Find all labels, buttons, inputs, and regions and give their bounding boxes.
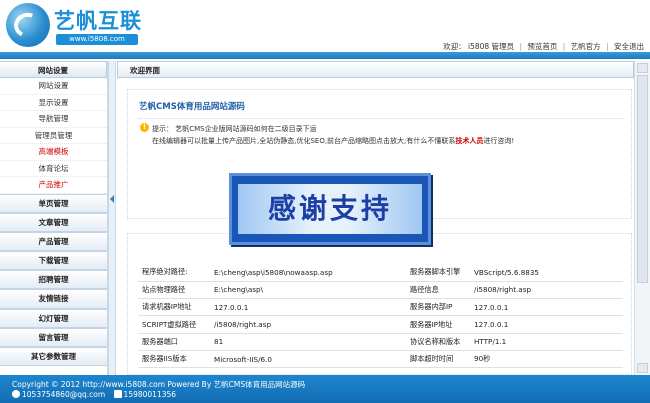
- info-value: /i5808/right.asp: [210, 315, 406, 334]
- sidebar-group-other-params[interactable]: 其它参数管理: [0, 347, 107, 367]
- scroll-thumb[interactable]: [637, 75, 648, 283]
- info-icon: !: [140, 123, 149, 132]
- sidebar-group-downloads[interactable]: 下载管理: [0, 251, 107, 271]
- table-row: SCRIPT虚拟路径/i5808/right.asp 服务器IP地址 127.0.0…: [138, 315, 623, 334]
- server-info-box: 程序绝对路径: E:\cheng\asp\i5808\nowaasp.asp 服务器…: [127, 233, 632, 375]
- info-key: 服务器内部IP: [406, 298, 470, 317]
- tip-text-end: 进行咨询!: [483, 137, 515, 145]
- table-row: 服务器端口 81 协议名称和版本 HTTP/1.1: [138, 333, 623, 351]
- sidebar-group-slides[interactable]: 幻灯管理: [0, 308, 107, 328]
- info-key: 服务器IP地址: [406, 315, 470, 334]
- tech-support-link[interactable]: 技术人员: [455, 137, 483, 145]
- footer: Copyright © 2012 http://www.i5808.com Po…: [0, 375, 650, 403]
- sidebar-item-site-settings[interactable]: 网站设置: [0, 78, 107, 95]
- sidebar: 网站设置 网站设置 显示设置 导航管理 管理员管理 高端模板 体育论坛 产品推广…: [0, 61, 108, 375]
- thanks-banner: 感谢支持: [229, 173, 431, 245]
- logo[interactable]: 艺帆互联 www.i5808.com: [6, 3, 141, 47]
- table-row: 站点物理路径 E:\cheng\asp\ 路径信息/i5808/right.asp: [138, 281, 623, 300]
- scroll-up-icon[interactable]: [637, 63, 648, 73]
- table-row: 请求机器IP地址 127.0.0.1 服务器内部IP 127.0.0.1: [138, 298, 623, 317]
- table-row: 程序绝对路径: E:\cheng\asp\i5808\nowaasp.asp 服务器…: [138, 264, 623, 282]
- info-key: 服务器脚本引擎: [406, 264, 470, 282]
- sidebar-group-site-settings[interactable]: 网站设置: [0, 61, 107, 78]
- logo-text: 艺帆互联: [54, 9, 142, 33]
- sidebar-item-nav-management[interactable]: 导航管理: [0, 111, 107, 128]
- info-key: 程序绝对路径:: [138, 264, 210, 282]
- sidebar-toggle[interactable]: [108, 61, 116, 375]
- info-key: 协议名称和版本: [406, 333, 470, 351]
- preview-home-link[interactable]: 预览首页: [527, 42, 557, 51]
- top-links: 欢迎： i5808 管理员 | 预览首页 | 艺帆官方 | 安全退出: [443, 42, 644, 51]
- logout-link[interactable]: 安全退出: [614, 42, 644, 51]
- info-key: 脚本超时时间: [406, 350, 470, 369]
- scrollbar[interactable]: [634, 61, 650, 375]
- info-value: 81: [210, 333, 406, 351]
- tip-link[interactable]: 艺帆CMS企业版网站源码如何在二级目录下运: [175, 125, 316, 133]
- header-bar: [0, 52, 650, 59]
- phone-icon: [113, 390, 122, 398]
- tip-label: 提示：: [152, 125, 173, 133]
- current-user: i5808 管理员: [468, 42, 515, 51]
- sidebar-group-articles[interactable]: 文章管理: [0, 212, 107, 232]
- box-title: 艺帆CMS体育用品网站源码: [139, 102, 245, 112]
- header: 艺帆互联 www.i5808.com 欢迎： i5808 管理员 | 预览首页 …: [0, 0, 650, 52]
- qq-icon: [12, 390, 20, 398]
- page-title: 欢迎界面: [117, 61, 634, 78]
- welcome-label: 欢迎：: [443, 42, 466, 51]
- tip-line-1: 提示： 艺帆CMS企业版网站源码如何在二级目录下运: [152, 124, 317, 134]
- table-row: 服务器IIS版本 Microsoft-IIS/6.0 脚本超时时间 90秒: [138, 350, 623, 369]
- tip-line-2: 在线编辑器可以批量上传产品图片,全站伪静态,优化SEO,前台产品缩略图点击放大;…: [152, 136, 514, 146]
- sidebar-item-premium-templates[interactable]: 高端模板: [0, 144, 107, 161]
- info-key: 路径信息: [406, 281, 470, 300]
- sidebar-group-links[interactable]: 友情链接: [0, 289, 107, 309]
- info-key: 请求机器IP地址: [138, 298, 210, 317]
- logo-url: www.i5808.com: [56, 34, 138, 45]
- sidebar-group-pages[interactable]: 单页管理: [0, 193, 107, 213]
- info-value: 90秒: [470, 350, 623, 369]
- info-value: Microsoft-IIS/6.0: [210, 350, 406, 369]
- tip-text: 在线编辑器可以批量上传产品图片,全站伪静态,优化SEO,前台产品缩略图点击放大;…: [152, 137, 456, 145]
- logo-icon: [6, 3, 50, 47]
- info-value: VBScript/5.6.8835: [470, 264, 623, 282]
- collapse-arrow-icon[interactable]: [110, 195, 114, 203]
- sidebar-group-recruitment[interactable]: 招聘管理: [0, 270, 107, 290]
- sidebar-group-messages[interactable]: 留言管理: [0, 327, 107, 347]
- info-value: E:\cheng\asp\: [210, 281, 406, 300]
- sidebar-item-sports-forum[interactable]: 体育论坛: [0, 161, 107, 177]
- banner-text: 感谢支持: [267, 192, 392, 225]
- info-value: E:\cheng\asp\i5808\nowaasp.asp: [210, 264, 406, 282]
- official-site-link[interactable]: 艺帆官方: [571, 42, 601, 51]
- info-value: 127.0.0.1: [470, 315, 623, 334]
- sidebar-item-product-promotion[interactable]: 产品推广: [0, 177, 107, 194]
- main-content: 欢迎界面 艺帆CMS体育用品网站源码 ! 提示： 艺帆CMS企业版网站源码如何在…: [117, 61, 634, 375]
- sidebar-item-admin-management[interactable]: 管理员管理: [0, 128, 107, 144]
- info-key: 服务器IIS版本: [138, 350, 210, 369]
- copyright: Copyright © 2012 http://www.i5808.com Po…: [12, 380, 306, 389]
- qq-email: 1053754860@qq.com: [22, 390, 106, 399]
- info-value: 127.0.0.1: [210, 298, 406, 317]
- scroll-down-icon[interactable]: [637, 363, 648, 373]
- info-value: 127.0.0.1: [470, 298, 623, 317]
- divider: [138, 118, 623, 119]
- phone-number: 15980011356: [123, 390, 177, 399]
- info-key: 服务器端口: [138, 333, 210, 351]
- sidebar-group-products[interactable]: 产品管理: [0, 231, 107, 252]
- server-info-table: 程序绝对路径: E:\cheng\asp\i5808\nowaasp.asp 服务器…: [138, 264, 623, 369]
- info-key: 站点物理路径: [138, 281, 210, 300]
- sidebar-item-display-settings[interactable]: 显示设置: [0, 95, 107, 111]
- info-key: SCRIPT虚拟路径: [138, 315, 210, 334]
- contact-line: 1053754860@qq.com 15980011356: [12, 390, 176, 399]
- info-value: HTTP/1.1: [470, 333, 623, 351]
- info-value: /i5808/right.asp: [470, 281, 623, 300]
